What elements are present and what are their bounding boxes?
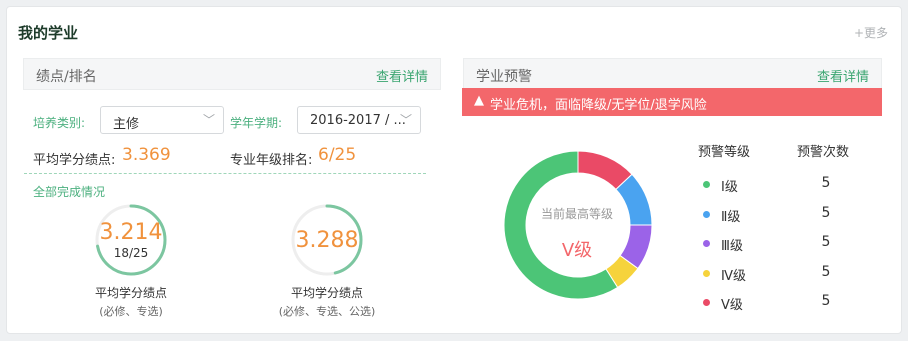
- gauge-note: (必修、专选、公选): [278, 305, 376, 318]
- gauge-caption: 平均学分绩点: [94, 286, 167, 300]
- term-label: 学年学期:: [230, 116, 283, 130]
- gauge-value: 3.214: [99, 220, 163, 245]
- card-title: 我的学业: [18, 24, 79, 42]
- col-level-header: 预警等级: [698, 145, 751, 160]
- level-label: Ⅲ级: [721, 239, 743, 254]
- level-dot-icon: [703, 240, 710, 247]
- gpa-panel-title: 绩点/排名: [36, 69, 97, 85]
- chevron-down-icon: ﹀: [399, 113, 412, 127]
- type-select[interactable]: 主修 ﹀: [100, 106, 224, 134]
- gauge-value: 3.288: [295, 228, 359, 253]
- rank-value: 6/25: [318, 145, 357, 165]
- gauge-sub: 18/25: [113, 246, 149, 260]
- chevron-down-icon: ﹀: [202, 113, 215, 127]
- completion-label: 全部完成情况: [33, 185, 106, 199]
- level-dot-icon: [703, 269, 710, 277]
- level-label: Ⅱ级: [721, 209, 741, 225]
- divider: [24, 173, 426, 174]
- type-select-value: 主修: [113, 117, 140, 132]
- level-count: 5: [821, 263, 831, 280]
- rank-label: 专业年级排名:: [230, 153, 313, 168]
- warning-panel-title: 学业预警: [476, 69, 532, 85]
- level-label: Ⅴ级: [721, 298, 743, 313]
- gpa-detail-link[interactable]: 查看详情: [376, 66, 428, 85]
- term-select-value: 2016-2017 / ...: [310, 113, 406, 128]
- avg-gpa-value: 3.369: [122, 145, 171, 165]
- warning-triangle-icon: ▲: [474, 93, 484, 108]
- level-count: 5: [821, 204, 831, 221]
- warning-donut-chart: [503, 150, 653, 300]
- level-dot-icon: [703, 210, 710, 218]
- alert-text: 学业危机，面临降级/无学位/退学风险: [490, 98, 707, 113]
- gauge-note: (必修、专选): [99, 305, 163, 318]
- term-select[interactable]: 2016-2017 / ... ﹀: [297, 106, 421, 134]
- level-count: 5: [821, 175, 831, 191]
- more-link[interactable]: +更多: [854, 24, 888, 41]
- alert-banner: ▲ 学业危机，面临降级/无学位/退学风险: [462, 88, 882, 116]
- level-count: 5: [821, 234, 831, 250]
- type-label: 培养类别:: [33, 116, 86, 130]
- warning-panel-header: 学业预警 查看详情: [463, 58, 882, 90]
- level-label: Ⅳ级: [721, 268, 746, 284]
- donut-center-value: Ⅴ级: [561, 240, 593, 261]
- level-dot-icon: [703, 299, 710, 306]
- level-dot-icon: [703, 181, 710, 188]
- level-label: Ⅰ级: [721, 180, 738, 195]
- warning-detail-link[interactable]: 查看详情: [817, 66, 869, 85]
- gauge-caption: 平均学分绩点: [290, 286, 363, 300]
- level-count: 5: [821, 293, 831, 309]
- avg-gpa-label: 平均学分绩点:: [33, 153, 116, 168]
- donut-center-label: 当前最高等级: [540, 207, 613, 221]
- gpa-panel-header: 绩点/排名 查看详情: [23, 58, 441, 90]
- col-count-header: 预警次数: [797, 145, 850, 160]
